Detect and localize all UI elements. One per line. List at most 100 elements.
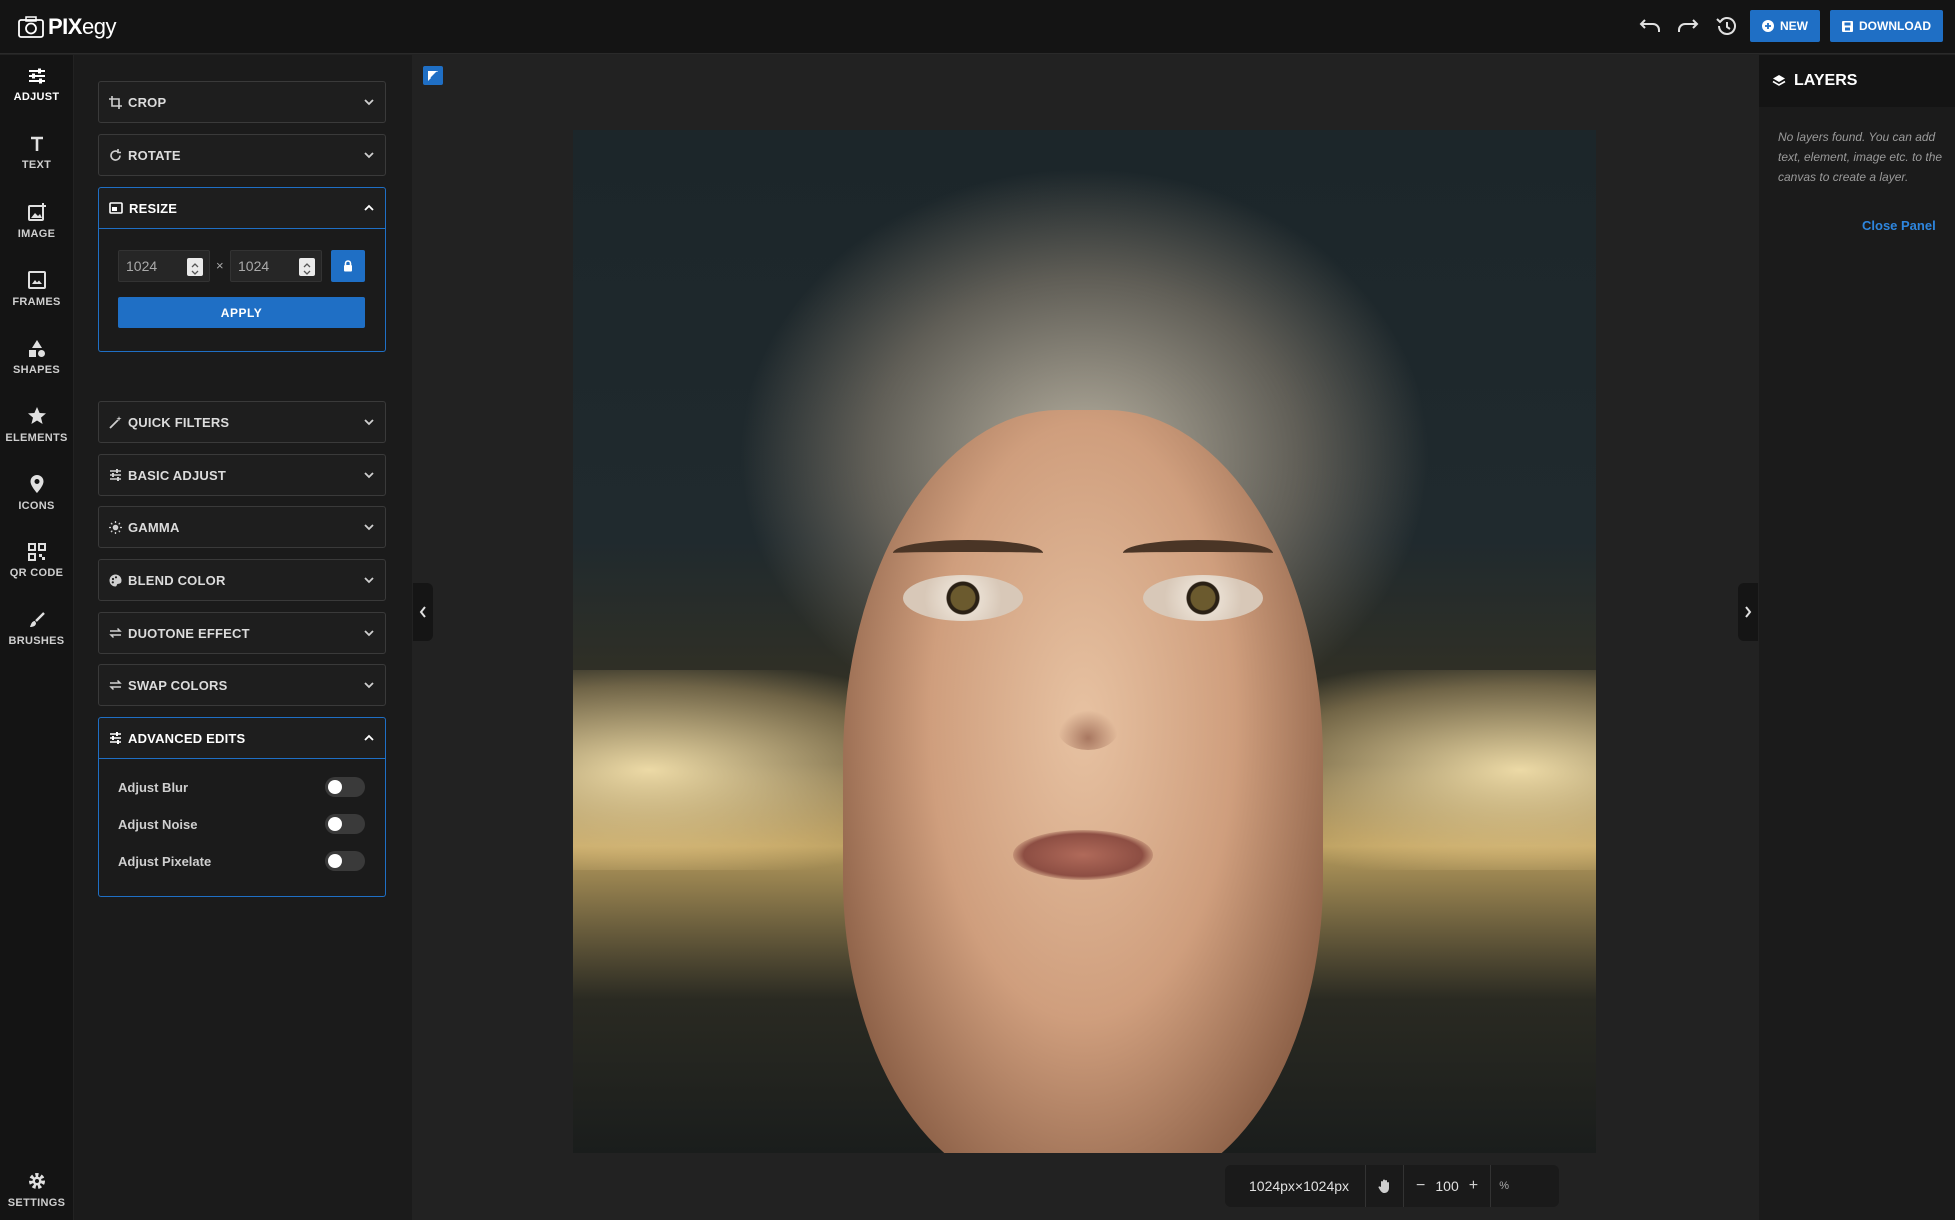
chevron-up-icon <box>364 204 374 211</box>
resize-icon <box>109 202 123 214</box>
history-button[interactable] <box>1712 12 1740 40</box>
chevron-down-icon <box>364 472 374 479</box>
height-spinner[interactable] <box>299 258 315 276</box>
frame-icon <box>27 271 46 289</box>
sidebar-item-elements[interactable]: ELEMENTS <box>0 395 73 455</box>
resize-width-input[interactable]: 1024 <box>118 250 210 282</box>
toggle-row-pixelate: Adjust Pixelate <box>118 849 365 873</box>
portrait-face <box>843 410 1323 1153</box>
aspect-lock-button[interactable] <box>331 250 365 282</box>
nose <box>1058 710 1118 750</box>
collapse-left-panel-button[interactable] <box>413 583 433 641</box>
fit-screen-icon <box>428 70 438 81</box>
zoom-value[interactable]: 100 <box>1435 1178 1458 1194</box>
sidebar-item-label: BRUSHES <box>8 635 65 647</box>
accordion-resize[interactable]: RESIZE <box>98 187 386 229</box>
rotate-icon <box>110 148 121 161</box>
toggle-row-noise: Adjust Noise <box>118 812 365 836</box>
redo-button[interactable] <box>1674 12 1702 40</box>
palette-icon <box>109 574 122 586</box>
accordion-crop[interactable]: CROP <box>98 81 386 123</box>
star-icon <box>27 407 46 424</box>
fit-screen-button[interactable] <box>423 66 443 85</box>
sidebar-item-label: QR CODE <box>9 567 64 579</box>
sidebar-item-settings[interactable]: SETTINGS <box>0 1160 73 1220</box>
top-bar: PIXegy NEW DOWNLOAD <box>0 0 1955 54</box>
canvas-area: 1024px×1024px − 100 + % <box>413 55 1758 1220</box>
app-logo[interactable]: PIXegy <box>18 13 116 41</box>
pixelate-toggle[interactable] <box>325 851 365 871</box>
sidebar-item-label: ICONS <box>18 500 55 512</box>
left-brow <box>893 540 1043 566</box>
sidebar-item-label: FRAMES <box>12 296 61 308</box>
image-add-icon <box>27 203 46 221</box>
accordion-gamma[interactable]: GAMMA <box>98 506 386 548</box>
sidebar-item-qr-code[interactable]: QR CODE <box>0 531 73 591</box>
chevron-down-icon <box>364 577 374 584</box>
accordion-duotone-effect[interactable]: DUOTONE EFFECT <box>98 612 386 654</box>
accordion-advanced-edits[interactable]: ADVANCED EDITS <box>98 717 386 759</box>
redo-icon <box>1678 19 1699 32</box>
sidebar-item-brushes[interactable]: BRUSHES <box>0 599 73 659</box>
qr-code-icon <box>27 543 46 561</box>
close-panel-link[interactable]: Close Panel <box>1862 218 1936 233</box>
accordion-title: QUICK FILTERS <box>128 414 230 430</box>
sidebar-item-label: ADJUST <box>13 91 60 103</box>
apply-resize-button[interactable]: APPLY <box>118 297 365 328</box>
sidebar-item-adjust[interactable]: ADJUST <box>0 55 73 115</box>
zoom-in-button[interactable]: + <box>1469 1177 1478 1195</box>
sidebar-item-label: IMAGE <box>17 228 56 240</box>
adjust-panel: CROP ROTATE RESIZE 1024 × 1024 APPLY QUI… <box>74 55 412 1220</box>
blur-toggle[interactable] <box>325 777 365 797</box>
sidebar-item-label: SETTINGS <box>7 1197 66 1209</box>
sidebar-item-image[interactable]: IMAGE <box>0 191 73 251</box>
undo-icon <box>1639 19 1660 32</box>
accordion-title: CROP <box>128 94 167 110</box>
toggle-row-blur: Adjust Blur <box>118 775 365 799</box>
accordion-swap-colors[interactable]: SWAP COLORS <box>98 664 386 706</box>
spinner-arrows-icon <box>303 263 311 275</box>
layers-header: LAYERS <box>1759 55 1955 107</box>
undo-button[interactable] <box>1636 12 1664 40</box>
toggle-knob <box>328 780 342 794</box>
accordion-title: BLEND COLOR <box>128 572 226 588</box>
accordion-quick-filters[interactable]: QUICK FILTERS <box>98 401 386 443</box>
accordion-blend-color[interactable]: BLEND COLOR <box>98 559 386 601</box>
zoom-out-button[interactable]: − <box>1416 1177 1425 1195</box>
toggle-knob <box>328 854 342 868</box>
resize-height-input[interactable]: 1024 <box>230 250 322 282</box>
sidebar-item-text[interactable]: TEXT <box>0 123 73 183</box>
noise-toggle[interactable] <box>325 814 365 834</box>
layers-icon <box>1772 75 1786 86</box>
sidebar-item-shapes[interactable]: SHAPES <box>0 327 73 387</box>
brand-prefix: PIX <box>48 14 82 39</box>
canvas-image[interactable] <box>573 130 1596 1153</box>
accordion-rotate[interactable]: ROTATE <box>98 134 386 176</box>
magic-wand-icon <box>109 415 122 429</box>
accordion-title: SWAP COLORS <box>128 677 228 693</box>
zoom-unit-button[interactable]: % <box>1491 1180 1517 1192</box>
toggle-label: Adjust Noise <box>118 816 198 832</box>
layers-empty-message: No layers found. You can add text, eleme… <box>1778 130 1943 184</box>
left-eye <box>903 575 1023 621</box>
swap-arrows-icon <box>109 679 122 691</box>
sidebar-item-icons[interactable]: ICONS <box>0 463 73 523</box>
plus-circle-icon <box>1762 20 1774 32</box>
width-spinner[interactable] <box>187 258 203 276</box>
pan-tool-button[interactable] <box>1366 1165 1405 1207</box>
download-label: DOWNLOAD <box>1859 19 1931 33</box>
chevron-down-icon <box>364 682 374 689</box>
sidebar-item-frames[interactable]: FRAMES <box>0 259 73 319</box>
download-button[interactable]: DOWNLOAD <box>1830 10 1943 42</box>
chevron-down-icon <box>364 99 374 106</box>
resize-width-value: 1024 <box>126 258 158 274</box>
brush-icon <box>29 612 45 627</box>
accordion-title: ADVANCED EDITS <box>128 730 246 746</box>
swap-arrows-icon <box>109 627 122 639</box>
accordion-basic-adjust[interactable]: BASIC ADJUST <box>98 454 386 496</box>
lips <box>1013 830 1153 880</box>
sun-icon <box>109 520 122 534</box>
chevron-down-icon <box>364 630 374 637</box>
collapse-right-panel-button[interactable] <box>1738 583 1758 641</box>
new-button[interactable]: NEW <box>1750 10 1820 42</box>
